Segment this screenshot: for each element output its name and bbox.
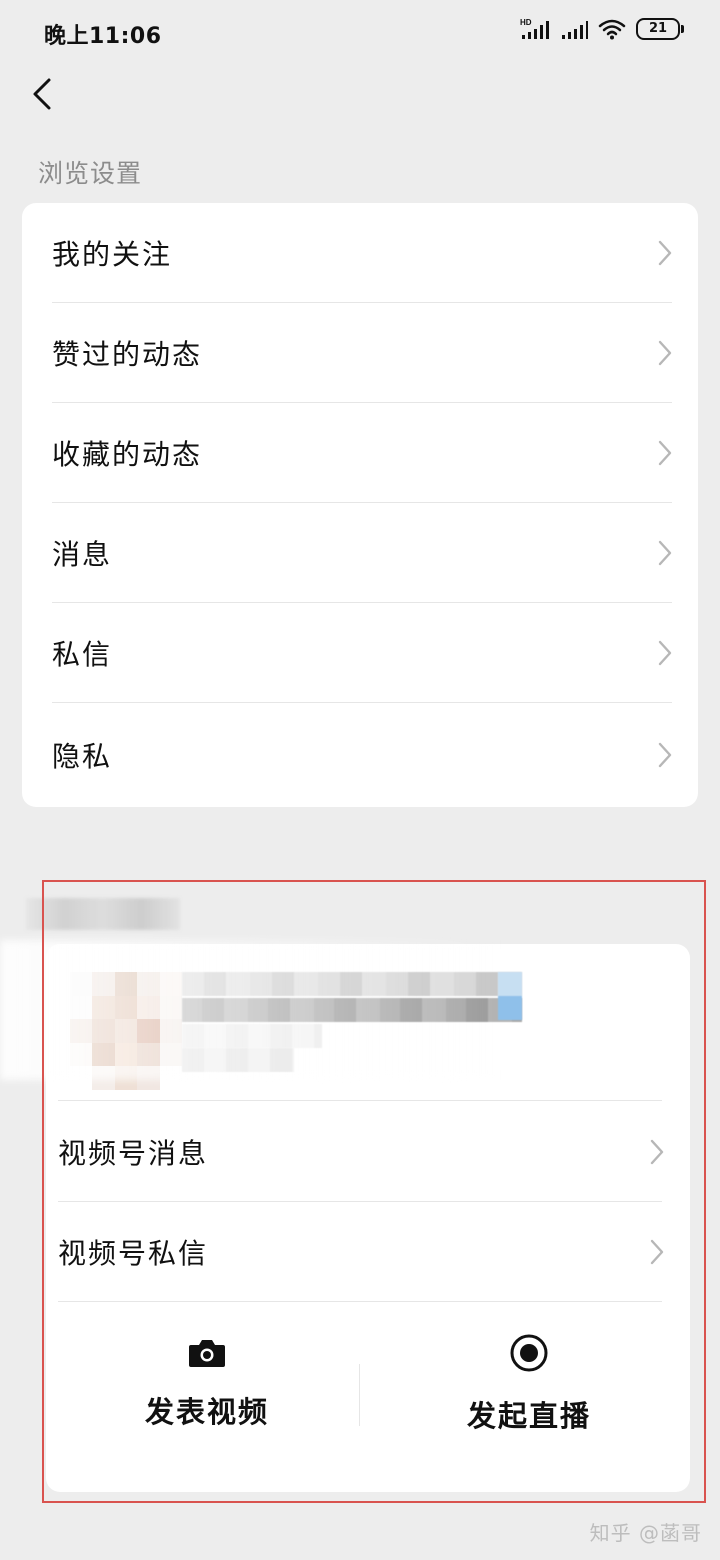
chevron-right-icon — [658, 640, 672, 666]
menu-item-label: 收藏的动态 — [52, 438, 203, 471]
divider — [52, 702, 672, 703]
chevron-right-icon — [658, 540, 672, 566]
menu-item-channel-direct-messages[interactable]: 视频号私信 — [46, 1202, 690, 1302]
chevron-right-icon — [650, 1139, 664, 1165]
blurred-section-title — [26, 898, 180, 930]
divider — [58, 1100, 662, 1101]
chevron-right-icon — [658, 742, 672, 768]
post-video-button[interactable]: 发表视频 — [46, 1304, 368, 1464]
status-time: 晚上11:06 — [44, 24, 162, 49]
back-button[interactable] — [20, 72, 64, 116]
menu-item-label: 赞过的动态 — [52, 338, 203, 371]
menu-item-direct-messages[interactable]: 私信 — [22, 603, 698, 703]
menu-item-label: 我的关注 — [52, 238, 173, 271]
signal-icon-secondary — [562, 21, 588, 39]
menu-item-label: 消息 — [52, 538, 113, 571]
section-title: 浏览设置 — [38, 159, 143, 188]
status-icons: HD 21 — [520, 18, 684, 40]
start-live-label: 发起直播 — [466, 1399, 591, 1433]
chevron-right-icon — [650, 1239, 664, 1265]
back-chevron-icon — [33, 78, 51, 110]
blurred-verified-badge — [498, 972, 522, 1020]
watermark: 知乎 @菡哥 — [589, 1521, 702, 1545]
divider — [359, 1364, 360, 1426]
menu-item-saved-moments[interactable]: 收藏的动态 — [22, 403, 698, 503]
chevron-right-icon — [658, 340, 672, 366]
divider — [58, 1301, 662, 1302]
chevron-right-icon — [658, 240, 672, 266]
menu-item-following[interactable]: 我的关注 — [22, 203, 698, 303]
menu-item-channel-messages[interactable]: 视频号消息 — [46, 1102, 690, 1202]
signal-icon: HD — [520, 18, 549, 39]
menu-item-privacy[interactable]: 隐私 — [22, 705, 698, 805]
menu-item-label: 私信 — [52, 638, 113, 671]
svg-text:HD: HD — [520, 18, 532, 27]
menu-item-liked-moments[interactable]: 赞过的动态 — [22, 303, 698, 403]
blurred-overlay — [0, 940, 500, 1080]
record-icon — [510, 1334, 548, 1372]
status-bar: 晚上11:06 HD 21 — [0, 0, 720, 64]
post-video-label: 发表视频 — [144, 1395, 269, 1429]
channel-actions: 发表视频 发起直播 — [46, 1304, 690, 1464]
menu-item-messages[interactable]: 消息 — [22, 503, 698, 603]
camera-icon — [189, 1340, 225, 1367]
chevron-right-icon — [658, 440, 672, 466]
menu-item-label: 视频号私信 — [58, 1237, 209, 1270]
start-live-button[interactable]: 发起直播 — [368, 1304, 690, 1464]
menu-item-label: 视频号消息 — [58, 1137, 209, 1170]
menu-item-label: 隐私 — [52, 740, 113, 773]
battery-icon: 21 — [636, 18, 684, 40]
wifi-icon — [598, 19, 626, 40]
settings-card: 我的关注 赞过的动态 收藏的动态 消息 私信 隐私 — [22, 203, 698, 807]
